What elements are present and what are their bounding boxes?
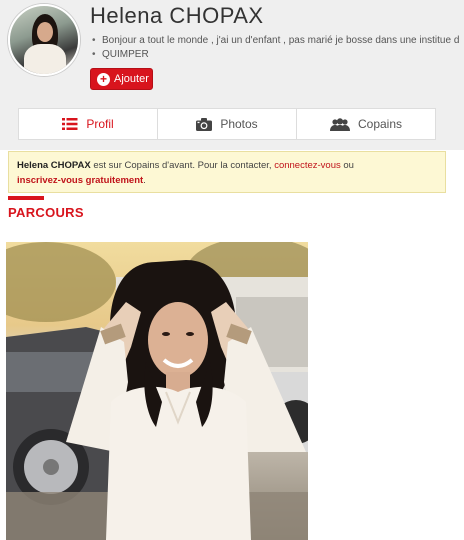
plus-circle-icon: + xyxy=(97,72,110,86)
photo-illustration xyxy=(6,242,308,540)
bio-text: Bonjour a tout le monde , j'ai un d'enfa… xyxy=(102,35,460,46)
avatar[interactable] xyxy=(8,4,80,76)
tab-profil-label: Profil xyxy=(86,117,114,131)
location-text: QUIMPER xyxy=(102,49,149,60)
users-icon xyxy=(329,117,350,131)
section-accent-bar xyxy=(8,196,44,200)
tab-copains-label: Copains xyxy=(357,117,403,131)
login-link[interactable]: connectez-vous xyxy=(274,160,341,171)
profile-bio: • Bonjour a tout le monde , j'ai un d'enf… xyxy=(92,34,464,62)
bio-item: • Bonjour a tout le monde , j'ai un d'enf… xyxy=(92,34,464,48)
add-friend-button[interactable]: + Ajouter xyxy=(90,68,153,90)
tab-photos[interactable]: Photos xyxy=(158,109,297,139)
bullet-icon: • xyxy=(92,49,96,60)
tab-copains[interactable]: Copains xyxy=(297,109,435,139)
profile-tabs: Profil Photos Copains xyxy=(18,108,436,140)
location-item: • QUIMPER xyxy=(92,48,464,62)
notice-text: ou xyxy=(340,160,354,171)
notice-text: . xyxy=(143,175,146,186)
tab-photos-label: Photos xyxy=(220,117,258,131)
profile-name: Helena CHOPAX xyxy=(90,3,264,28)
profile-header: Helena CHOPAX • Bonjour a tout le monde ,… xyxy=(0,0,464,150)
notice-name: Helena CHOPAX xyxy=(17,160,91,171)
add-friend-label: Ajouter xyxy=(114,73,149,85)
signup-link[interactable]: inscrivez-vous gratuitement xyxy=(17,175,143,186)
profile-photo[interactable] xyxy=(6,242,308,540)
tab-profil[interactable]: Profil xyxy=(19,109,158,139)
camera-icon xyxy=(196,117,213,131)
section-title: PARCOURS xyxy=(8,205,84,220)
bullet-icon: • xyxy=(92,35,96,46)
notice-text: est sur Copains d'avant. Pour la contact… xyxy=(90,160,275,171)
list-icon xyxy=(62,118,78,130)
login-notice: Helena CHOPAX est sur Copains d'avant. P… xyxy=(8,151,446,193)
